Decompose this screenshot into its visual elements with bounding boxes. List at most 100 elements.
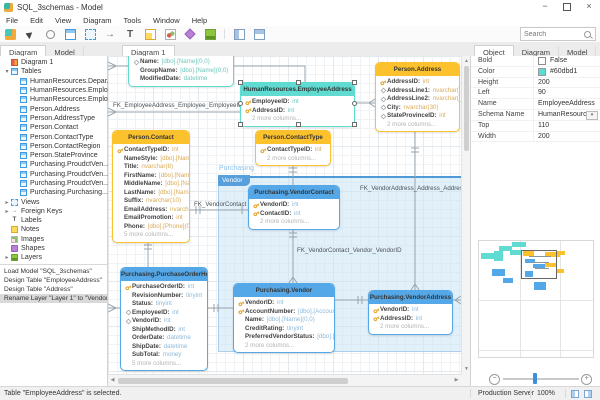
minimize-button[interactable]: − bbox=[534, 0, 556, 14]
zoom-slider-track[interactable] bbox=[503, 378, 579, 380]
tree-item-purchasing-purchasing-[interactable]: Purchasing.Purchasing... bbox=[0, 188, 108, 197]
new-shape-button[interactable] bbox=[180, 27, 200, 41]
tree-item-humanresources-depar-[interactable]: HumanResources.Depar... bbox=[0, 77, 108, 86]
server-type-label[interactable]: Production Server bbox=[478, 390, 534, 397]
history-item[interactable]: Design Table "Address" bbox=[0, 285, 107, 294]
menu-diagram[interactable]: Diagram bbox=[77, 16, 117, 25]
history-item[interactable]: Rename Layer "Layer 1" to "Vendor" bbox=[0, 294, 107, 303]
menu-window[interactable]: Window bbox=[147, 16, 186, 25]
color-swatch[interactable] bbox=[538, 67, 546, 76]
connection-handle[interactable] bbox=[352, 101, 357, 107]
tree-item-images[interactable]: Images bbox=[0, 235, 108, 244]
expanded-arrow-icon[interactable]: ▾ bbox=[3, 68, 11, 75]
history-item[interactable]: Load Model "SQL_3schemas" bbox=[0, 267, 107, 276]
vertical-scrollbar[interactable]: ▲ ▼ bbox=[461, 56, 470, 374]
selection-handle[interactable] bbox=[352, 121, 357, 127]
auto-layout-button[interactable] bbox=[229, 27, 249, 41]
selection-handle[interactable] bbox=[352, 80, 357, 85]
table-person-contacttype[interactable]: Person.ContactType ContactTypeID: int 2 mo… bbox=[255, 130, 331, 166]
table-person-address[interactable]: Person.Address AddressID: int AddressLine1… bbox=[375, 62, 460, 132]
close-button[interactable]: × bbox=[578, 0, 600, 14]
tree-item-views[interactable]: ▸ Views bbox=[0, 197, 108, 206]
pan-tool-button[interactable] bbox=[40, 27, 60, 41]
tree-item-tables[interactable]: ▾ Tables bbox=[0, 67, 108, 76]
menu-view[interactable]: View bbox=[49, 16, 77, 25]
tree-item-purchasing-proudctven-[interactable]: Purchasing.ProudctVen... bbox=[0, 160, 108, 169]
property-value[interactable]: 200 bbox=[534, 132, 600, 142]
fk-label[interactable]: FK_VendorContact_Vendor_VendorID bbox=[297, 247, 402, 254]
select-tool-button[interactable] bbox=[20, 27, 40, 41]
checkbox-unchecked[interactable] bbox=[538, 56, 546, 65]
tree-item-foreign-keys[interactable]: ▸ → Foreign Keys bbox=[0, 207, 108, 216]
tree-item-shapes[interactable]: Shapes bbox=[0, 244, 108, 253]
new-label-button[interactable]: T bbox=[120, 27, 140, 41]
scroll-left-icon[interactable]: ◀ bbox=[108, 375, 117, 386]
tree-item-purchasing-proudctven-[interactable]: Purchasing.ProudctVen... bbox=[0, 179, 108, 188]
property-value[interactable]: HumanResources ▾ bbox=[534, 110, 600, 120]
maximize-button[interactable] bbox=[556, 0, 578, 14]
toggle-left-pane-icon[interactable] bbox=[571, 389, 579, 398]
table-purchasing-vendorcontact[interactable]: Purchasing.VendorContact VendorID: int Con… bbox=[248, 185, 340, 230]
tree-item-labels[interactable]: T Labels bbox=[0, 216, 108, 225]
vertical-scroll-thumb[interactable] bbox=[464, 66, 469, 151]
toggle-right-pane-icon[interactable] bbox=[584, 389, 592, 398]
property-value[interactable]: 110 bbox=[534, 121, 600, 131]
tree-item-person-stateprovince[interactable]: Person.StateProvince bbox=[0, 151, 108, 160]
tree-item-humanresources-emplo-[interactable]: HumanResources.Emplo... bbox=[0, 86, 108, 95]
property-value[interactable]: 200 bbox=[534, 78, 600, 88]
tree-item-person-contact[interactable]: Person.Contact bbox=[0, 123, 108, 132]
dropdown-button[interactable]: ▾ bbox=[586, 110, 598, 120]
table-partial[interactable]: Name: [dbo].[Name](0,0) GroupName: [dbo].… bbox=[128, 56, 234, 87]
horizontal-scroll-thumb[interactable] bbox=[118, 378, 348, 384]
scroll-right-icon[interactable]: ▶ bbox=[452, 375, 461, 386]
fk-label[interactable]: FK_VendorAddress_Address_AddressID bbox=[360, 185, 461, 192]
collapsed-arrow-icon[interactable]: ▸ bbox=[3, 254, 11, 261]
fk-label[interactable]: FK_VendorContact bbox=[194, 201, 246, 208]
tree-item-person-addresstype[interactable]: Person.AddressType bbox=[0, 114, 108, 123]
new-view-button[interactable] bbox=[80, 27, 100, 41]
fk-label[interactable]: FK_EmployeeAddress_Employee_EmployeeID bbox=[113, 102, 243, 109]
menu-edit[interactable]: Edit bbox=[24, 16, 49, 25]
table-person-contact[interactable]: Person.Contact ContactTypeID: int NameStyl… bbox=[112, 130, 190, 243]
property-value[interactable]: EmployeeAddress bbox=[534, 99, 600, 109]
tree-item-diagram-1[interactable]: Diagram 1 bbox=[0, 58, 108, 67]
menu-tools[interactable]: Tools bbox=[118, 16, 148, 25]
zoom-slider-thumb[interactable] bbox=[533, 373, 537, 384]
zoom-out-button[interactable]: − bbox=[489, 374, 500, 385]
table-humanresources-employeeaddress[interactable]: HumanResources.EmployeeAddress EmployeeID… bbox=[240, 82, 355, 127]
tree-item-humanresources-emplo-[interactable]: HumanResources.Emplo... bbox=[0, 95, 108, 104]
tree-item-person-contactregion[interactable]: Person.ContactRegion bbox=[0, 142, 108, 151]
tree-item-person-address[interactable]: Person.Address bbox=[0, 104, 108, 113]
label-purchasing[interactable]: Purchasing bbox=[219, 165, 254, 172]
table-purchasing-vendor[interactable]: Purchasing.Vendor VendorID: int AccountNum… bbox=[233, 283, 335, 353]
selection-handle[interactable] bbox=[295, 121, 301, 127]
new-image-button[interactable] bbox=[160, 27, 180, 41]
model-conversion-button[interactable] bbox=[249, 27, 269, 41]
zoom-in-button[interactable]: + bbox=[581, 374, 592, 385]
property-value[interactable]: False bbox=[534, 56, 600, 66]
property-value[interactable]: 90 bbox=[534, 88, 600, 98]
tree-item-purchasing-proudctven-[interactable]: Purchasing.ProudctVen... bbox=[0, 170, 108, 179]
new-note-button[interactable] bbox=[140, 27, 160, 41]
selection-handle[interactable] bbox=[238, 121, 243, 127]
minimap-viewport[interactable] bbox=[521, 250, 557, 279]
menu-help[interactable]: Help bbox=[186, 16, 213, 25]
new-model-button[interactable] bbox=[0, 27, 20, 41]
horizontal-scrollbar[interactable]: ◀ ▶ bbox=[108, 374, 461, 386]
layer-tab-vendor[interactable]: Vendor bbox=[218, 175, 250, 186]
table-purchasing-vendoraddress[interactable]: Purchasing.VendorAddress VendorID: int Add… bbox=[368, 290, 453, 335]
tree-item-person-contacttype[interactable]: Person.ContactType bbox=[0, 132, 108, 141]
tree-item-notes[interactable]: Notes bbox=[0, 225, 108, 234]
tree-item-layers[interactable]: ▸ Layers bbox=[0, 253, 108, 262]
zoom-percent-label[interactable]: 100% bbox=[537, 390, 555, 397]
collapsed-arrow-icon[interactable]: ▸ bbox=[3, 208, 11, 215]
search-input[interactable] bbox=[521, 30, 584, 38]
new-layer-button[interactable] bbox=[200, 27, 220, 41]
menu-file[interactable]: File bbox=[0, 16, 24, 25]
history-item[interactable]: Design Table "EmployeeAddress" bbox=[0, 276, 107, 285]
diagram-canvas[interactable]: Purchasing Vendor FK_EmployeeAddress_Emplo… bbox=[108, 56, 461, 374]
selection-handle[interactable] bbox=[238, 80, 243, 85]
selection-handle[interactable] bbox=[295, 80, 301, 85]
collapsed-arrow-icon[interactable]: ▸ bbox=[3, 199, 11, 206]
new-foreign-key-button[interactable]: → bbox=[100, 27, 120, 41]
